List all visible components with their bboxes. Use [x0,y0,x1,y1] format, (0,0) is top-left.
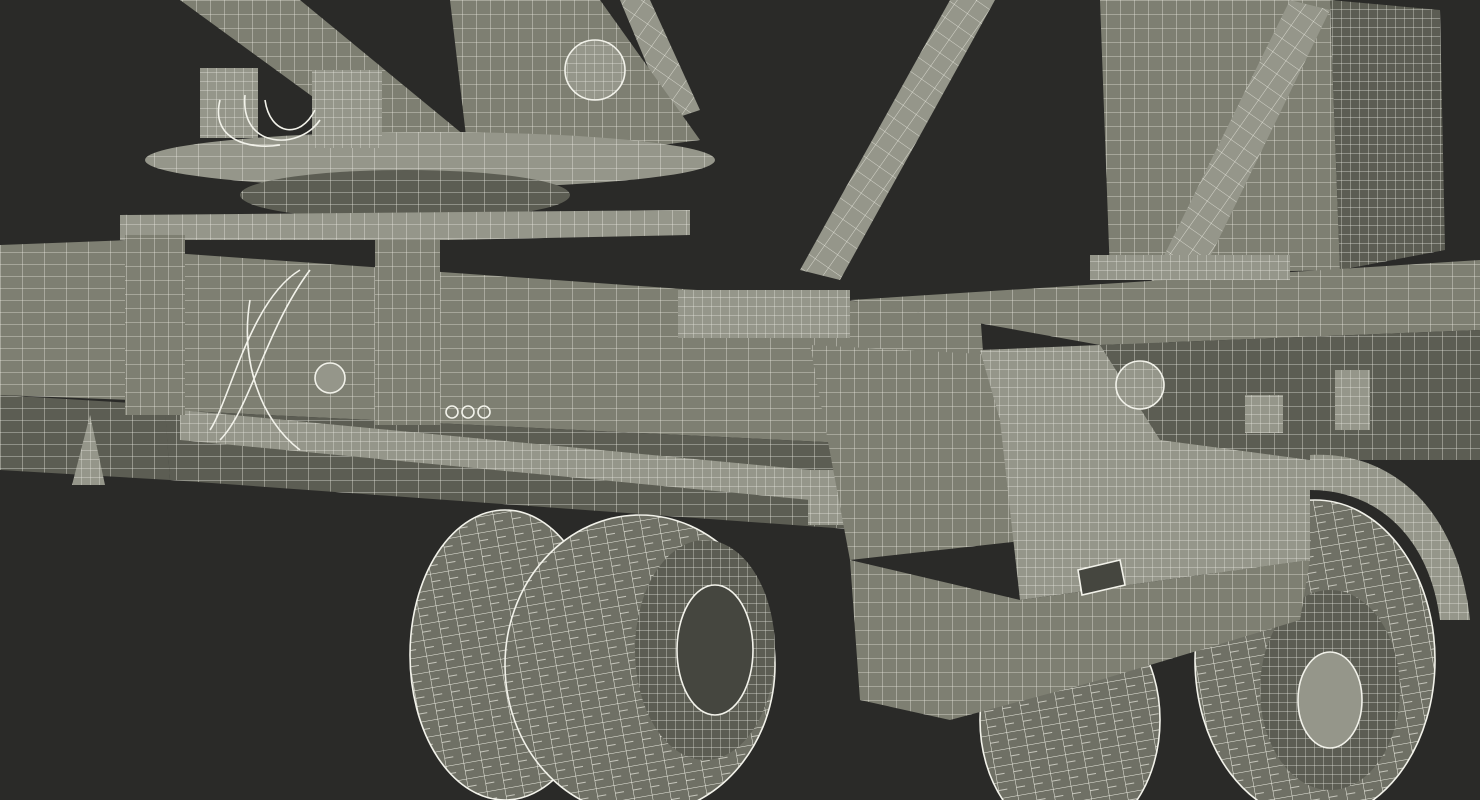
front-wheels [409,509,776,800]
wireframe-render [0,0,1480,800]
strut-joint [1115,360,1165,410]
